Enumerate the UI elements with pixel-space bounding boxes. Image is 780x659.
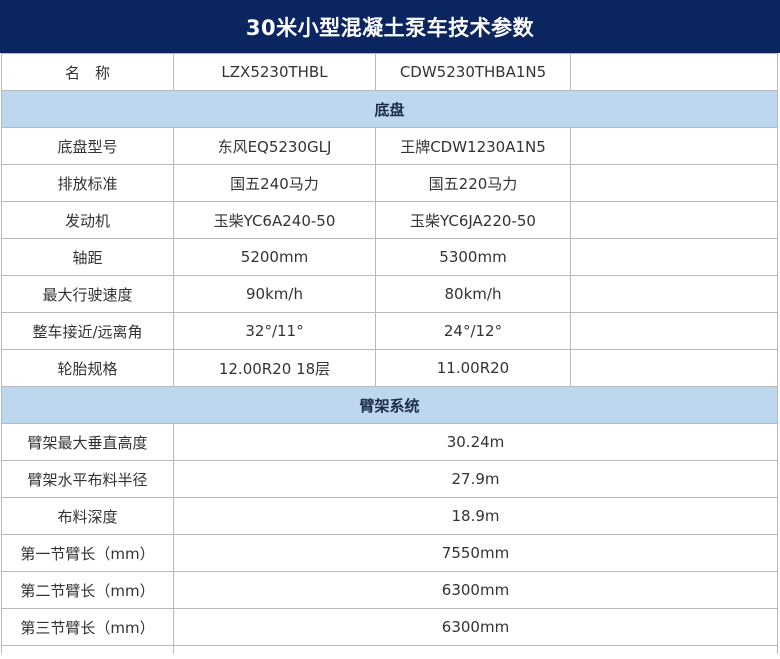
- table-row: 底盘型号 东风EQ5230GLJ 王牌CDW1230A1N5: [1, 127, 778, 165]
- table-row: 整车接近/远离角 32°/11° 24°/12°: [1, 312, 778, 350]
- empty-cell: [1, 645, 174, 654]
- row-value: 6300mm: [173, 608, 778, 646]
- row-value: 30.24m: [173, 423, 778, 461]
- spec-table: 名 称 LZX5230THBL CDW5230THBA1N5 底盘 底盘型号 东…: [1, 53, 778, 654]
- table-row-partial: [1, 645, 778, 654]
- table-row: 轴距 5200mm 5300mm: [1, 238, 778, 276]
- row-label: 第三节臂长（mm）: [1, 608, 174, 646]
- row-value: 18.9m: [173, 497, 778, 535]
- model2-value: 5300mm: [375, 238, 571, 276]
- model1-value: 90km/h: [173, 275, 376, 313]
- empty-cell: [173, 645, 778, 654]
- model1-value: 32°/11°: [173, 312, 376, 350]
- table-row: 第二节臂长（mm） 6300mm: [1, 571, 778, 609]
- row-value: 7550mm: [173, 534, 778, 572]
- section-header-chassis: 底盘: [1, 90, 778, 128]
- model2-value: 王牌CDW1230A1N5: [375, 127, 571, 165]
- model1-name: LZX5230THBL: [173, 53, 376, 91]
- model2-value: 80km/h: [375, 275, 571, 313]
- name-label: 名 称: [1, 53, 174, 91]
- model2-value: 玉柴YC6JA220-50: [375, 201, 571, 239]
- empty-cell: [570, 312, 778, 350]
- empty-cell: [570, 275, 778, 313]
- empty-cell: [570, 238, 778, 276]
- empty-cell: [570, 53, 778, 91]
- row-label: 整车接近/远离角: [1, 312, 174, 350]
- table-row: 轮胎规格 12.00R20 18层 11.00R20: [1, 349, 778, 387]
- table-row: 第三节臂长（mm） 6300mm: [1, 608, 778, 646]
- empty-cell: [570, 349, 778, 387]
- model2-name: CDW5230THBA1N5: [375, 53, 571, 91]
- table-row: 布料深度 18.9m: [1, 497, 778, 535]
- row-label: 第二节臂长（mm）: [1, 571, 174, 609]
- model1-value: 5200mm: [173, 238, 376, 276]
- table-row: 发动机 玉柴YC6A240-50 玉柴YC6JA220-50: [1, 201, 778, 239]
- row-value: 6300mm: [173, 571, 778, 609]
- model2-value: 24°/12°: [375, 312, 571, 350]
- row-label: 排放标准: [1, 164, 174, 202]
- row-label: 底盘型号: [1, 127, 174, 165]
- empty-cell: [570, 201, 778, 239]
- row-value: 27.9m: [173, 460, 778, 498]
- row-label: 最大行驶速度: [1, 275, 174, 313]
- table-row: 第一节臂长（mm） 7550mm: [1, 534, 778, 572]
- table-row: 臂架水平布料半径 27.9m: [1, 460, 778, 498]
- model1-value: 国五240马力: [173, 164, 376, 202]
- row-label: 臂架最大垂直高度: [1, 423, 174, 461]
- table-header-row: 名 称 LZX5230THBL CDW5230THBA1N5: [1, 53, 778, 91]
- model1-value: 玉柴YC6A240-50: [173, 201, 376, 239]
- section-title-boom: 臂架系统: [1, 386, 778, 424]
- model1-value: 东风EQ5230GLJ: [173, 127, 376, 165]
- empty-cell: [570, 127, 778, 165]
- model2-value: 国五220马力: [375, 164, 571, 202]
- row-label: 轴距: [1, 238, 174, 276]
- spec-sheet: 30米小型混凝土泵车技术参数 名 称 LZX5230THBL CDW5230TH…: [0, 0, 780, 659]
- empty-cell: [570, 164, 778, 202]
- section-title-chassis: 底盘: [1, 90, 778, 128]
- table-row: 臂架最大垂直高度 30.24m: [1, 423, 778, 461]
- row-label: 布料深度: [1, 497, 174, 535]
- row-label: 轮胎规格: [1, 349, 174, 387]
- table-row: 排放标准 国五240马力 国五220马力: [1, 164, 778, 202]
- model1-value: 12.00R20 18层: [173, 349, 376, 387]
- model2-value: 11.00R20: [375, 349, 571, 387]
- row-label: 臂架水平布料半径: [1, 460, 174, 498]
- section-header-boom: 臂架系统: [1, 386, 778, 424]
- row-label: 发动机: [1, 201, 174, 239]
- row-label: 第一节臂长（mm）: [1, 534, 174, 572]
- page-title: 30米小型混凝土泵车技术参数: [0, 0, 780, 53]
- table-row: 最大行驶速度 90km/h 80km/h: [1, 275, 778, 313]
